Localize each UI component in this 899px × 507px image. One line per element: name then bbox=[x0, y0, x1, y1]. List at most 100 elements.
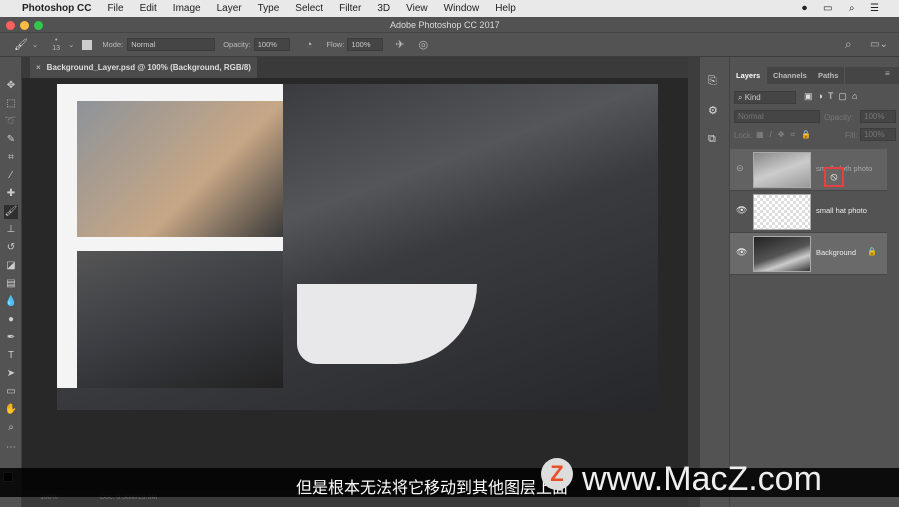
menu-edit[interactable]: Edit bbox=[140, 3, 157, 14]
layer-name[interactable]: Background bbox=[816, 248, 856, 257]
layer-row-small-hat-photo[interactable]: 👁 small hat photo bbox=[730, 191, 887, 233]
flow-label: Flow: bbox=[326, 40, 345, 49]
pen-tool-icon[interactable]: ✒ bbox=[4, 331, 18, 345]
display-icon[interactable]: ▭ bbox=[823, 3, 832, 14]
eye-icon[interactable]: 👁 bbox=[736, 205, 747, 215]
opacity-label: Opacity: bbox=[824, 113, 854, 122]
zoom-tool-icon[interactable]: ⌕ bbox=[4, 421, 18, 435]
layer-row-small-cloth-photo[interactable]: ⊝ small cloth photo ⦸ bbox=[730, 149, 887, 191]
blend-mode-select[interactable]: Normal bbox=[734, 110, 820, 123]
lock-icon: 🔒 bbox=[867, 247, 877, 256]
layers-panel: Layers Channels Paths ≡ ⌕ Kind ▣◑T▢⌂ Nor… bbox=[730, 57, 899, 507]
menu-image[interactable]: Image bbox=[173, 3, 201, 14]
lock-label: Lock: bbox=[734, 131, 754, 140]
move-tool-icon[interactable]: ✥ bbox=[4, 79, 18, 93]
document-tab-title: Background_Layer.psd @ 100% (Background,… bbox=[46, 63, 251, 72]
marquee-tool-icon[interactable]: ⬚ bbox=[4, 97, 18, 111]
menu-app[interactable]: Photoshop CC bbox=[22, 3, 91, 14]
maximize-window-button[interactable] bbox=[34, 21, 43, 30]
vertical-scrollbar[interactable] bbox=[688, 57, 700, 507]
panel-menu-icon[interactable]: ≡ bbox=[885, 69, 890, 78]
blur-tool-icon[interactable]: 💧 bbox=[4, 295, 18, 309]
crop-tool-icon[interactable]: ⌗ bbox=[4, 151, 18, 165]
document-tab[interactable]: × Background_Layer.psd @ 100% (Background… bbox=[30, 57, 257, 78]
mode-select[interactable]: Normal bbox=[127, 38, 216, 51]
menu-help[interactable]: Help bbox=[495, 3, 516, 14]
chevron-down-icon[interactable]: ⌄ bbox=[68, 40, 74, 49]
eye-icon[interactable]: 👁 bbox=[736, 247, 747, 257]
filter-kind-select[interactable]: ⌕ Kind bbox=[734, 91, 796, 104]
menu-view[interactable]: View bbox=[406, 3, 428, 14]
macz-logo: Z bbox=[541, 458, 573, 490]
rectangle-tool-icon[interactable]: ▭ bbox=[4, 385, 18, 399]
window-title: Adobe Photoshop CC 2017 bbox=[390, 20, 500, 30]
dodge-tool-icon[interactable]: ● bbox=[4, 313, 18, 327]
stamp-tool-icon[interactable]: ⊥ bbox=[4, 223, 18, 237]
brush-panel-icon[interactable] bbox=[82, 39, 93, 50]
search-icon[interactable]: ⌕ bbox=[845, 37, 852, 52]
notification-list-icon[interactable]: ☰ bbox=[870, 3, 879, 14]
menu-layer[interactable]: Layer bbox=[217, 3, 242, 14]
filter-kind-value: Kind bbox=[744, 93, 761, 102]
airbrush-icon[interactable]: ✈ bbox=[395, 38, 404, 51]
tab-paths[interactable]: Paths bbox=[812, 67, 845, 84]
not-allowed-cursor-icon: ⦸ bbox=[824, 167, 844, 187]
document-tab-bar: × Background_Layer.psd @ 100% (Background… bbox=[22, 57, 688, 78]
workspace-icon[interactable]: ▭⌄ bbox=[870, 39, 888, 50]
close-window-button[interactable] bbox=[6, 21, 15, 30]
spotlight-icon[interactable]: ⌕ bbox=[849, 3, 855, 14]
tab-layers[interactable]: Layers bbox=[730, 67, 767, 84]
quick-select-tool-icon[interactable]: ✎ bbox=[4, 133, 18, 147]
menu-window[interactable]: Window bbox=[444, 3, 480, 14]
flow-input[interactable]: 100% bbox=[347, 38, 384, 51]
history-panel-icon[interactable]: ⎘ bbox=[708, 75, 717, 88]
panel-icons-column: ⎘ ⚙ ⧉ bbox=[700, 57, 730, 507]
layer-name[interactable]: small hat photo bbox=[816, 206, 867, 215]
small-hat-photo bbox=[77, 101, 283, 237]
eraser-tool-icon[interactable]: ◪ bbox=[4, 259, 18, 273]
history-brush-tool-icon[interactable]: ↺ bbox=[4, 241, 18, 255]
properties-panel-icon[interactable]: ⚙ bbox=[708, 104, 718, 117]
tab-channels[interactable]: Channels bbox=[767, 67, 813, 84]
lock-icons[interactable]: ▦/✥⌗🔒 bbox=[756, 130, 817, 140]
minimize-window-button[interactable] bbox=[20, 21, 29, 30]
path-select-tool-icon[interactable]: ➤ bbox=[4, 367, 18, 381]
chevron-down-icon[interactable]: ⌄ bbox=[32, 40, 38, 49]
lasso-tool-icon[interactable]: ➰ bbox=[4, 115, 18, 129]
menu-select[interactable]: Select bbox=[295, 3, 323, 14]
fill-input[interactable]: 100% bbox=[860, 128, 896, 141]
fill-label: Fill: bbox=[845, 131, 858, 140]
tools-panel: ✥ ⬚ ➰ ✎ ⌗ ⁄ ✚ 🖌 ⊥ ↺ ◪ ▤ 💧 ● ✒ T ➤ ▭ ✋ ⌕ … bbox=[0, 57, 22, 507]
more-tools-icon[interactable]: ⋯ bbox=[4, 441, 18, 455]
menu-bar: Photoshop CC File Edit Image Layer Type … bbox=[0, 0, 899, 17]
menu-filter[interactable]: Filter bbox=[339, 3, 361, 14]
layer-thumbnail bbox=[753, 236, 811, 272]
title-bar: Adobe Photoshop CC 2017 bbox=[0, 17, 899, 33]
close-tab-icon[interactable]: × bbox=[36, 63, 41, 72]
paragraph-panel-icon[interactable]: ⧉ bbox=[708, 133, 716, 146]
canvas-image[interactable] bbox=[57, 84, 658, 410]
opacity-input[interactable]: 100% bbox=[253, 38, 290, 51]
watermark-text: www.MacZ.com bbox=[582, 460, 822, 498]
menu-type[interactable]: Type bbox=[258, 3, 280, 14]
visibility-hidden-icon[interactable]: ⊝ bbox=[736, 163, 746, 173]
brush-size: 13 bbox=[52, 44, 61, 52]
pressure-opacity-icon[interactable]: ◔ bbox=[306, 39, 313, 51]
brush-tool-icon[interactable]: 🖌 bbox=[14, 38, 28, 51]
layer-thumbnail bbox=[753, 152, 811, 188]
screen-record-icon[interactable]: ⏺ bbox=[802, 3, 807, 14]
layer-row-background[interactable]: 👁 Background 🔒 bbox=[730, 233, 887, 275]
filter-type-icons[interactable]: ▣◑T▢⌂ bbox=[804, 91, 862, 102]
menu-file[interactable]: File bbox=[107, 3, 123, 14]
mode-label: Mode: bbox=[102, 40, 124, 49]
eyedropper-tool-icon[interactable]: ⁄ bbox=[4, 169, 18, 183]
brush-tool-icon[interactable]: 🖌 bbox=[4, 205, 18, 219]
layer-opacity-input[interactable]: 100% bbox=[860, 110, 896, 123]
gradient-tool-icon[interactable]: ▤ bbox=[4, 277, 18, 291]
brush-preset-picker[interactable]: • 13 bbox=[52, 37, 60, 53]
menu-3d[interactable]: 3D bbox=[377, 3, 390, 14]
pressure-size-icon[interactable]: ◎ bbox=[419, 38, 429, 51]
type-tool-icon[interactable]: T bbox=[4, 349, 18, 363]
healing-brush-tool-icon[interactable]: ✚ bbox=[4, 187, 18, 201]
hand-tool-icon[interactable]: ✋ bbox=[4, 403, 18, 417]
